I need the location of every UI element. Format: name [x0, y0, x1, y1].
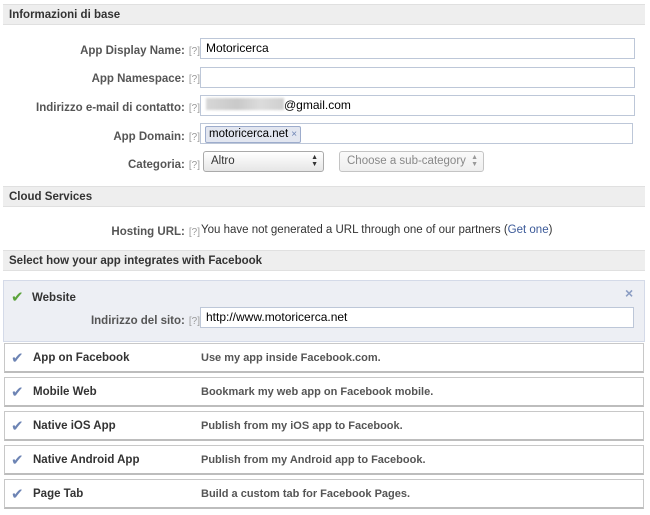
option-title: Mobile Web	[33, 386, 97, 398]
option-description: Bookmark my web app on Facebook mobile.	[201, 386, 434, 398]
option-description: Publish from my Android app to Facebook.	[201, 454, 426, 466]
help-link[interactable]: [?]	[189, 132, 200, 143]
namespace-input[interactable]	[200, 67, 635, 88]
option-description: Use my app inside Facebook.com.	[201, 352, 381, 364]
option-title: App on Facebook	[33, 352, 130, 364]
basic-info-header: Informazioni di base	[3, 4, 645, 25]
email-label: Indirizzo e-mail di contatto: [?]	[36, 102, 200, 114]
website-panel: ✔ Website × Indirizzo del sito: [?] http:…	[3, 280, 645, 342]
help-link[interactable]: [?]	[189, 46, 200, 57]
integration-option-native-android[interactable]: ✔ Native Android App Publish from my And…	[4, 445, 644, 475]
redacted-text	[206, 98, 284, 110]
integration-option-page-tab[interactable]: ✔ Page Tab Build a custom tab for Facebo…	[4, 479, 644, 509]
check-icon: ✔	[11, 384, 24, 401]
site-url-input[interactable]: http://www.motoricerca.net	[200, 307, 634, 328]
site-url-label: Indirizzo del sito: [?]	[90, 315, 200, 327]
domain-token: motoricerca.net ×	[205, 126, 302, 143]
integration-option-mobile-web[interactable]: ✔ Mobile Web Bookmark my web app on Face…	[4, 377, 644, 407]
category-select[interactable]: Altro ▲ ▼	[203, 151, 324, 172]
website-title: Website	[32, 292, 76, 304]
integration-option-app-on-facebook[interactable]: ✔ App on Facebook Use my app inside Face…	[4, 343, 644, 373]
get-one-link[interactable]: Get one	[508, 224, 549, 236]
check-icon: ✔	[11, 289, 24, 306]
domain-input[interactable]: motoricerca.net ×	[200, 123, 633, 144]
namespace-label: App Namespace: [?]	[91, 73, 200, 85]
option-title: Native iOS App	[33, 420, 116, 432]
cloud-services-header: Cloud Services	[3, 186, 645, 207]
token-remove-icon[interactable]: ×	[291, 129, 297, 140]
help-link[interactable]: [?]	[189, 227, 200, 238]
help-link[interactable]: [?]	[189, 316, 200, 327]
check-icon: ✔	[11, 350, 24, 367]
subcategory-select[interactable]: Choose a sub-category ▲ ▼	[339, 151, 484, 172]
option-title: Native Android App	[33, 454, 140, 466]
email-suffix: @gmail.com	[284, 98, 351, 112]
select-arrows-icon: ▲ ▼	[311, 154, 318, 168]
integration-header: Select how your app integrates with Face…	[3, 250, 645, 271]
display-name-input[interactable]: Motoricerca	[200, 38, 635, 59]
category-label: Categoria: [?]	[128, 159, 200, 171]
check-icon: ✔	[11, 418, 24, 435]
email-input[interactable]: @gmail.com	[200, 95, 635, 116]
help-link[interactable]: [?]	[189, 103, 200, 114]
help-link[interactable]: [?]	[189, 160, 200, 171]
display-name-label: App Display Name: [?]	[80, 45, 200, 57]
select-arrows-icon: ▲ ▼	[471, 154, 478, 168]
option-title: Page Tab	[33, 488, 84, 500]
hosting-url-label: Hosting URL: [?]	[111, 226, 200, 238]
option-description: Publish from my iOS app to Facebook.	[201, 420, 403, 432]
domain-label: App Domain: [?]	[113, 131, 200, 143]
hosting-url-text: You have not generated a URL through one…	[201, 224, 553, 236]
close-icon[interactable]: ×	[625, 285, 633, 301]
check-icon: ✔	[11, 486, 24, 503]
integration-option-native-ios[interactable]: ✔ Native iOS App Publish from my iOS app…	[4, 411, 644, 441]
option-description: Build a custom tab for Facebook Pages.	[201, 488, 411, 500]
help-link[interactable]: [?]	[189, 74, 200, 85]
check-icon: ✔	[11, 452, 24, 469]
